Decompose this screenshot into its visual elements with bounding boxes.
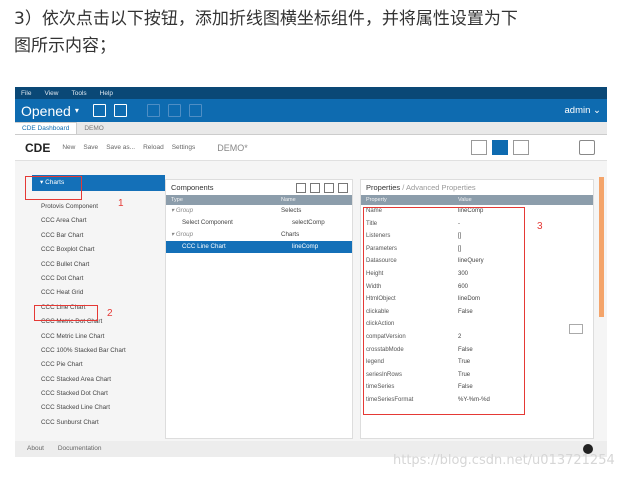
properties-tab[interactable]: Properties (366, 183, 400, 192)
delete-icon[interactable] (338, 183, 348, 193)
menu-help[interactable]: Help (100, 90, 113, 97)
row-name: Selects (281, 207, 302, 214)
instruction-text: 3）依次点击以下按钮，添加折线图横坐标组件，并将属性设置为下 图所示内容； (14, 6, 618, 60)
components-panel: Components Type Name ▾ Group Selects Sel… (165, 179, 353, 439)
cde-editor-screenshot: File View Tools Help Opened ▾ admin ⌄ CD… (15, 87, 607, 457)
user-menu[interactable]: admin ⌄ (565, 105, 601, 116)
table-row[interactable]: ▾ Group Charts (166, 229, 352, 241)
palette-item[interactable]: CCC Stacked Dot Chart (41, 387, 126, 401)
palette-item[interactable]: CCC Area Chart (41, 214, 126, 228)
table-row-selected[interactable]: CCC Line Chart lineComp (166, 241, 352, 253)
row-type-label: Group (175, 231, 194, 238)
components-title: Components (171, 183, 214, 192)
palette-item[interactable]: CCC Bullet Chart (41, 258, 126, 272)
move-up-icon[interactable] (296, 183, 306, 193)
components-panel-header: Components (166, 180, 352, 195)
save-link[interactable]: Save (83, 144, 98, 151)
palette-item[interactable]: Protovis Component (41, 200, 126, 214)
about-link[interactable]: About (27, 445, 44, 452)
row-type: ▾ Group (171, 231, 194, 238)
properties-column-header: Property Value (361, 195, 593, 205)
palette-item[interactable]: CCC Sunburst Chart (41, 416, 126, 430)
properties-panel-header: Properties / Advanced Properties (361, 180, 593, 195)
annotation-3: 3 (537, 221, 543, 232)
palette-item[interactable]: CCC 100% Stacked Bar Chart (41, 344, 126, 358)
components-panel-icon[interactable] (492, 140, 508, 155)
tab-bar: CDE Dashboard DEMO (15, 122, 607, 135)
palette-item[interactable]: CCC Pie Chart (41, 358, 126, 372)
palette-item[interactable]: CCC Dot Chart (41, 272, 126, 286)
title-bar: Opened ▾ admin ⌄ (15, 99, 607, 122)
cde-toolbar: CDE New Save Save as... Reload Settings … (15, 135, 607, 161)
layout-panel-icon[interactable] (471, 140, 487, 155)
watermark: https://blog.csdn.net/u013721254 (393, 453, 615, 468)
view-switcher (471, 140, 534, 155)
column-property: Property (366, 197, 387, 203)
new-file-icon[interactable] (113, 104, 127, 117)
chevron-down-icon[interactable]: ▾ (75, 106, 79, 115)
table-row[interactable]: Select Component selectComp (166, 217, 352, 229)
column-type: Type (171, 197, 183, 203)
user-name: admin (564, 105, 591, 116)
share-icon[interactable] (188, 104, 202, 117)
save-as-link[interactable]: Save as... (106, 144, 135, 151)
components-actions (292, 183, 348, 193)
palette-item[interactable]: CCC Stacked Area Chart (41, 373, 126, 387)
instruction-line-1: 3）依次点击以下按钮，添加折线图横坐标组件，并将属性设置为下 (14, 9, 518, 29)
cde-logo: CDE (25, 140, 51, 155)
edit-icon[interactable] (146, 104, 160, 117)
palette-item[interactable]: CCC Bar Chart (41, 229, 126, 243)
tab-separator: / (402, 183, 405, 192)
annotation-1: 1 (118, 198, 124, 209)
table-row[interactable]: ▾ Group Selects (166, 205, 352, 217)
row-name: selectComp (292, 219, 325, 226)
scrollbar[interactable] (599, 177, 604, 317)
settings-link[interactable]: Settings (172, 144, 196, 151)
row-type: Select Component (182, 219, 233, 226)
open-folder-icon[interactable] (92, 104, 106, 117)
highlight-box-charts (25, 176, 82, 200)
highlight-box-line-chart (34, 305, 98, 321)
row-type: CCC Line Chart (182, 243, 226, 250)
highlight-box-properties (363, 207, 525, 415)
menu-file[interactable]: File (21, 90, 31, 97)
column-value: Value (458, 197, 472, 203)
documentation-link[interactable]: Documentation (58, 445, 102, 452)
row-name: lineComp (292, 243, 319, 250)
tab-demo[interactable]: DEMO (77, 125, 111, 134)
menu-tools[interactable]: Tools (71, 90, 86, 97)
menu-bar: File View Tools Help (15, 87, 607, 99)
tab-cde-dashboard[interactable]: CDE Dashboard (15, 122, 78, 134)
column-name: Name (281, 197, 296, 203)
preview-icon[interactable] (579, 140, 595, 155)
instruction-line-2: 图所示内容； (14, 36, 116, 56)
duplicate-icon[interactable] (324, 183, 334, 193)
row-type-label: Group (175, 207, 194, 214)
move-down-icon[interactable] (310, 183, 320, 193)
datasources-panel-icon[interactable] (513, 140, 529, 155)
reload-link[interactable]: Reload (143, 144, 164, 151)
save-icon[interactable] (167, 104, 181, 117)
palette-item[interactable]: CCC Stacked Line Chart (41, 401, 126, 415)
palette-item[interactable]: CCC Metric Line Chart (41, 330, 126, 344)
row-type: ▾ Group (171, 207, 194, 214)
annotation-2: 2 (107, 308, 113, 319)
advanced-properties-tab[interactable]: Advanced Properties (406, 183, 476, 192)
menu-view[interactable]: View (44, 90, 58, 97)
opened-menu[interactable]: Opened (21, 103, 71, 119)
palette-item[interactable]: CCC Boxplot Chart (41, 243, 126, 257)
dashboard-title: DEMO* (217, 142, 248, 153)
row-name: Charts (281, 231, 300, 238)
palette-item[interactable]: CCC Heat Grid (41, 286, 126, 300)
new-link[interactable]: New (62, 144, 75, 151)
components-column-header: Type Name (166, 195, 352, 205)
edit-action-icon[interactable] (569, 324, 583, 334)
